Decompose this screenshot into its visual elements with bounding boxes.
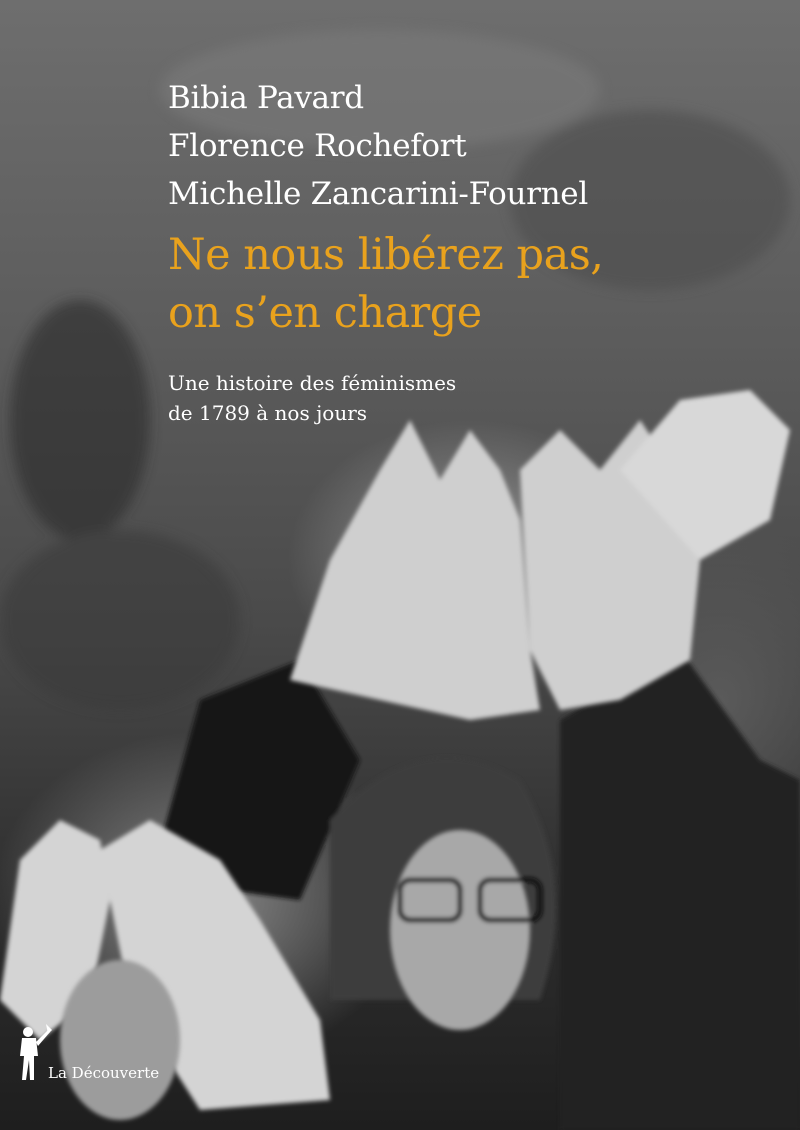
author-name: Michelle Zancarini-Fournel — [168, 176, 588, 212]
subtitle-line: Une histoire des féminismes — [168, 371, 457, 395]
publisher-mark: La Découverte — [12, 1020, 252, 1090]
book-cover: Bibia Pavard Florence Rochefort Michelle… — [0, 0, 800, 1130]
author-name: Bibia Pavard — [168, 80, 364, 116]
publisher-figure-icon — [20, 1024, 52, 1080]
subtitle-line: de 1789 à nos jours — [168, 401, 368, 425]
publisher-name: La Découverte — [48, 1064, 160, 1082]
title-line: Ne nous libérez pas, — [168, 230, 604, 280]
author-name: Florence Rochefort — [168, 128, 467, 164]
author-list: Bibia Pavard Florence Rochefort Michelle… — [168, 74, 588, 218]
book-subtitle: Une histoire des féminismes de 1789 à no… — [168, 368, 456, 428]
book-title: Ne nous libérez pas, on s’en charge — [168, 226, 604, 342]
title-line: on s’en charge — [168, 288, 482, 338]
